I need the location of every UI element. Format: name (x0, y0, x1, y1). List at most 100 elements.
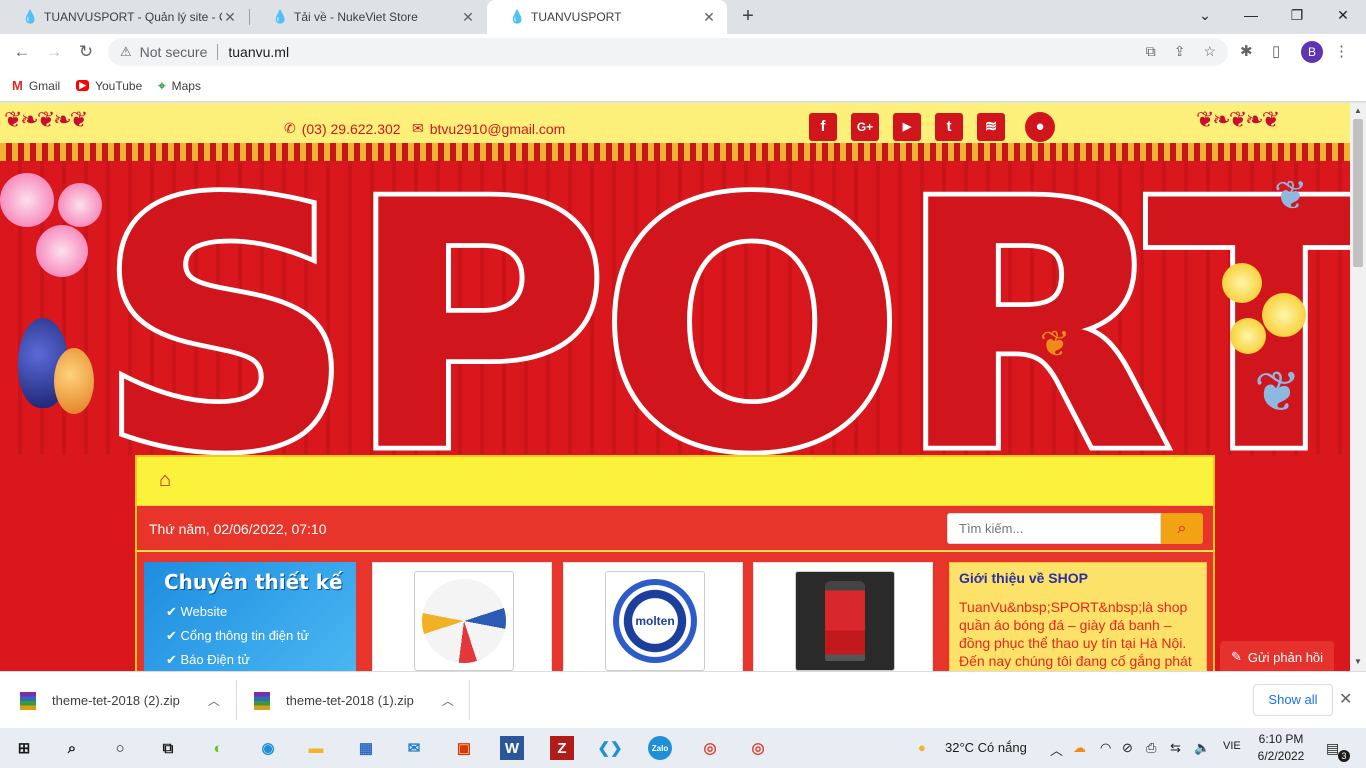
bookmark-label: Gmail (28, 78, 61, 93)
home-icon[interactable]: ⌂ (159, 469, 171, 492)
forward-button[interactable]: → (42, 40, 66, 64)
featured-row: Chuyên thiết kế ✔ Website ✔ Cổng thông t… (137, 552, 1213, 671)
cloud-icon[interactable]: ☁ (1073, 740, 1086, 756)
side-panel-icon[interactable]: ▯ (1272, 42, 1280, 60)
scroll-down-icon[interactable]: ▼ (1350, 657, 1366, 666)
bookmark-youtube[interactable]: ▶ YouTube (76, 79, 142, 93)
show-hidden-icons-chevron-icon[interactable]: ︿ (1050, 740, 1063, 759)
tab-quan-ly-site[interactable]: 💧 TUANVUSPORT - Quản lý site - C ✕ (0, 0, 248, 34)
extensions-icon[interactable]: ✱ (1240, 42, 1253, 60)
close-tab-icon[interactable]: ✕ (460, 9, 476, 26)
weather-text[interactable]: 32°C Có nắng (945, 740, 1027, 755)
gmail-icon: M (12, 78, 23, 93)
bookmark-star-icon[interactable]: ☆ (1203, 43, 1216, 60)
chevron-up-icon[interactable]: ︿ (208, 692, 220, 709)
download-divider (236, 680, 237, 720)
downloads-bar: theme-tet-2018 (2).zip ︿ theme-tet-2018 … (0, 671, 1366, 728)
office-icon[interactable]: ▣ (452, 736, 476, 760)
close-tab-icon[interactable]: ✕ (222, 9, 238, 26)
chrome-profile-icon[interactable]: ◎ (698, 736, 722, 760)
download-item[interactable]: theme-tet-2018 (2).zip ︿ (20, 672, 220, 729)
product-image[interactable] (795, 571, 895, 671)
butterfly-icon: ❦ (1040, 323, 1071, 364)
tab-title: TUANVUSPORT - Quản lý site - C (44, 10, 222, 24)
tab-search-chevron-icon[interactable]: ⌄ (1182, 0, 1228, 30)
close-downloads-icon[interactable]: ✕ (1339, 689, 1352, 709)
page-scrollbar[interactable]: ▲ ▼ (1350, 103, 1366, 671)
tab-title: Tải về - NukeViet Store (294, 10, 418, 24)
profile-avatar[interactable]: B (1301, 41, 1323, 63)
url-text[interactable]: tuanvu.ml (228, 44, 289, 60)
language-indicator[interactable]: VIE (1223, 740, 1241, 752)
close-window-button[interactable]: ✕ (1320, 0, 1366, 30)
bookmark-gmail[interactable]: M Gmail (12, 78, 60, 93)
search-input[interactable] (947, 513, 1161, 544)
reload-button[interactable]: ↻ (74, 40, 98, 64)
network-icon[interactable]: ⊘ (1122, 740, 1133, 756)
scroll-up-icon[interactable]: ▲ (1350, 106, 1366, 115)
app-green-icon[interactable]: ◐ (206, 736, 230, 760)
product-image[interactable]: molten (605, 571, 705, 671)
cortana-icon[interactable]: ○ (108, 736, 132, 760)
apricot-flower-icon (1262, 293, 1306, 337)
address-bar[interactable]: ⚠ Not secure tuanvu.ml ⧉ ⇪ ☆ (108, 38, 1228, 66)
store-icon[interactable]: ▦ (354, 736, 378, 760)
ornament-left-icon: ❦❧❦❧❦ (4, 107, 88, 132)
windows-taskbar: ⊞ ⌕ ○ ⧉ ◐ ◉ ▬ ▦ ✉ ▣ W Z ❮❯ Zalo ◎ ◎ ● 32… (0, 728, 1366, 768)
volume-icon[interactable]: 🔈 (1194, 740, 1210, 756)
product-image[interactable] (414, 571, 514, 671)
bookmark-maps[interactable]: ⌖ Maps (158, 78, 201, 94)
menu-kebab-icon[interactable]: ⋮ (1334, 42, 1349, 60)
promo-item: ✔ Cổng thông tin điện tử (166, 628, 310, 643)
back-button[interactable]: ← (10, 40, 34, 64)
new-tab-button[interactable]: + (736, 5, 760, 29)
wifi-icon[interactable]: ◠ (1100, 740, 1111, 756)
search-icon[interactable]: ⌕ (60, 736, 84, 760)
security-label[interactable]: Not secure (140, 44, 208, 60)
tab-nukeviet-store[interactable]: 💧 Tải về - NukeViet Store ✕ (250, 0, 486, 34)
bookmark-label: YouTube (95, 78, 143, 93)
vscode-icon[interactable]: ❮❯ (597, 736, 622, 760)
browser-toolbar: ← → ↻ ⚠ Not secure tuanvu.ml ⧉ ⇪ ☆ ✱ ▯ ⋮ (0, 34, 1366, 70)
scroll-thumb[interactable] (1353, 119, 1363, 267)
translate-icon[interactable]: ⧉ (1146, 43, 1156, 60)
taskbar-clock[interactable]: 6:10 PM 6/2/2022 (1254, 731, 1308, 765)
chevron-up-icon[interactable]: ︿ (442, 692, 454, 709)
close-tab-icon[interactable]: ✕ (701, 9, 717, 26)
minimize-button[interactable]: — (1228, 0, 1274, 30)
product-card[interactable] (372, 562, 552, 671)
site-banner[interactable]: SPORT ❦ ❦ ❦ (0, 143, 1350, 503)
feedback-button[interactable]: ✎ Gửi phản hồi (1220, 641, 1334, 671)
restore-button[interactable]: ❐ (1274, 0, 1320, 30)
share-icon[interactable]: ⇪ (1174, 43, 1186, 60)
zalo-icon[interactable]: Zalo (648, 736, 672, 760)
page-viewport: ❦❧❦❧❦ ❦❧❦❧❦ ✆ (03) 29.622.302 ✉ btvu2910… (0, 103, 1350, 671)
tab-title: TUANVUSPORT (531, 10, 622, 24)
apricot-flower-icon (1230, 318, 1266, 354)
content-container: ⌂ Thứ năm, 02/06/2022, 07:10 ⌕ Chuyên th… (135, 455, 1215, 671)
windows-start-icon[interactable]: ⊞ (12, 736, 36, 760)
device-icon[interactable]: ⎙ (1146, 740, 1156, 756)
promo-item-label: Cổng thông tin điện tử (180, 628, 310, 643)
task-view-icon[interactable]: ⧉ (156, 736, 180, 760)
product-card[interactable]: molten (563, 562, 743, 671)
molten-ball-image: molten (613, 579, 697, 663)
mail-icon[interactable]: ✉ (402, 736, 426, 760)
wireless-display-icon[interactable]: ⇆ (1170, 740, 1181, 756)
product-card[interactable] (753, 562, 933, 671)
search-button[interactable]: ⌕ (1161, 513, 1203, 544)
show-all-button[interactable]: Show all (1253, 684, 1333, 716)
tab-tuanvusport[interactable]: 💧 TUANVUSPORT ✕ (487, 0, 727, 34)
file-explorer-icon[interactable]: ▬ (304, 736, 328, 760)
promo-item: ✔ Website (166, 604, 228, 619)
nukeviet-favicon-icon: 💧 (509, 9, 526, 24)
word-icon[interactable]: W (500, 736, 524, 760)
chrome-icon[interactable]: ◎ (746, 736, 770, 760)
bookmark-label: Maps (171, 78, 201, 93)
edge-icon[interactable]: ◉ (256, 736, 280, 760)
filezilla-icon[interactable]: Z (550, 736, 574, 760)
about-heading: Giới thiệu về SHOP (959, 570, 1088, 586)
design-promo-banner[interactable]: Chuyên thiết kế ✔ Website ✔ Cổng thông t… (144, 562, 356, 671)
download-item[interactable]: theme-tet-2018 (1).zip ︿ (254, 672, 454, 729)
about-text: TuanVu&nbsp;SPORT&nbsp;là shop quần áo b… (959, 599, 1192, 669)
